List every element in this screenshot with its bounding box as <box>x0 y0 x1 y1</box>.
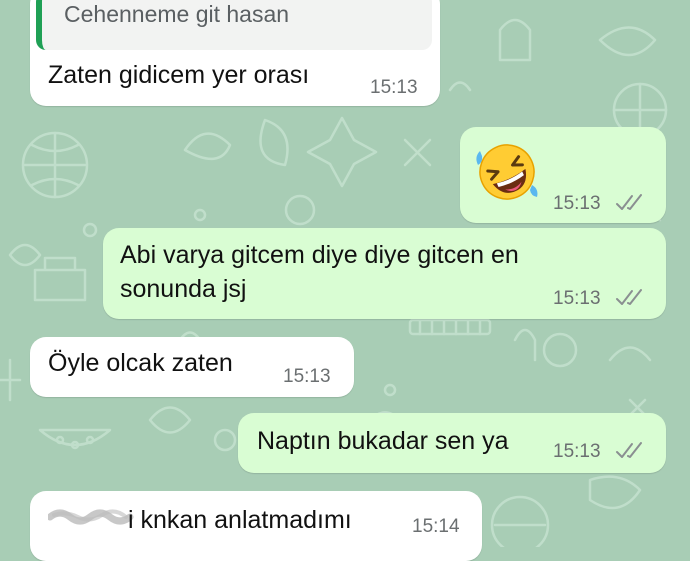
message-time: 15:13 <box>553 193 601 214</box>
message-text: Zaten gidicem yer orası <box>48 61 310 89</box>
quoted-reply-text: Cehenneme git hasan <box>64 1 290 27</box>
message-text: Öyle olcak zaten <box>48 349 233 377</box>
message-time: 15:13 <box>553 441 601 462</box>
message-time: 15:14 <box>412 516 460 537</box>
message-bubble-outgoing[interactable]: Abi varya gitcem diye diye gitcen en son… <box>103 228 666 319</box>
read-ticks-icon <box>616 289 642 305</box>
message-time: 15:13 <box>370 77 418 98</box>
message-text-line-2: sonunda jsj <box>120 275 247 303</box>
message-text: i knkan anlatmadımı <box>128 506 352 534</box>
message-time: 15:13 <box>553 288 601 309</box>
message-bubble-incoming[interactable]: Cehenneme git hasan Zaten gidicem yer or… <box>30 0 440 106</box>
message-text: Naptın bukadar sen ya <box>257 427 509 455</box>
message-time: 15:13 <box>283 366 331 387</box>
message-text-line-1: Abi varya gitcem diye diye gitcen en <box>120 241 519 269</box>
redacted-name-scribble <box>48 509 134 525</box>
message-bubble-incoming[interactable]: Öyle olcak zaten 15:13 <box>30 337 354 397</box>
read-ticks-icon <box>616 194 642 210</box>
read-ticks-icon <box>616 442 642 458</box>
message-bubble-incoming[interactable]: i knkan anlatmadımı 15:14 <box>30 491 482 561</box>
rolling-on-the-floor-laughing-emoji <box>476 144 538 200</box>
message-bubble-outgoing[interactable]: 15:13 <box>460 127 666 223</box>
message-bubble-outgoing[interactable]: Naptın bukadar sen ya 15:13 <box>238 413 666 473</box>
quoted-reply[interactable]: Cehenneme git hasan <box>36 0 432 50</box>
